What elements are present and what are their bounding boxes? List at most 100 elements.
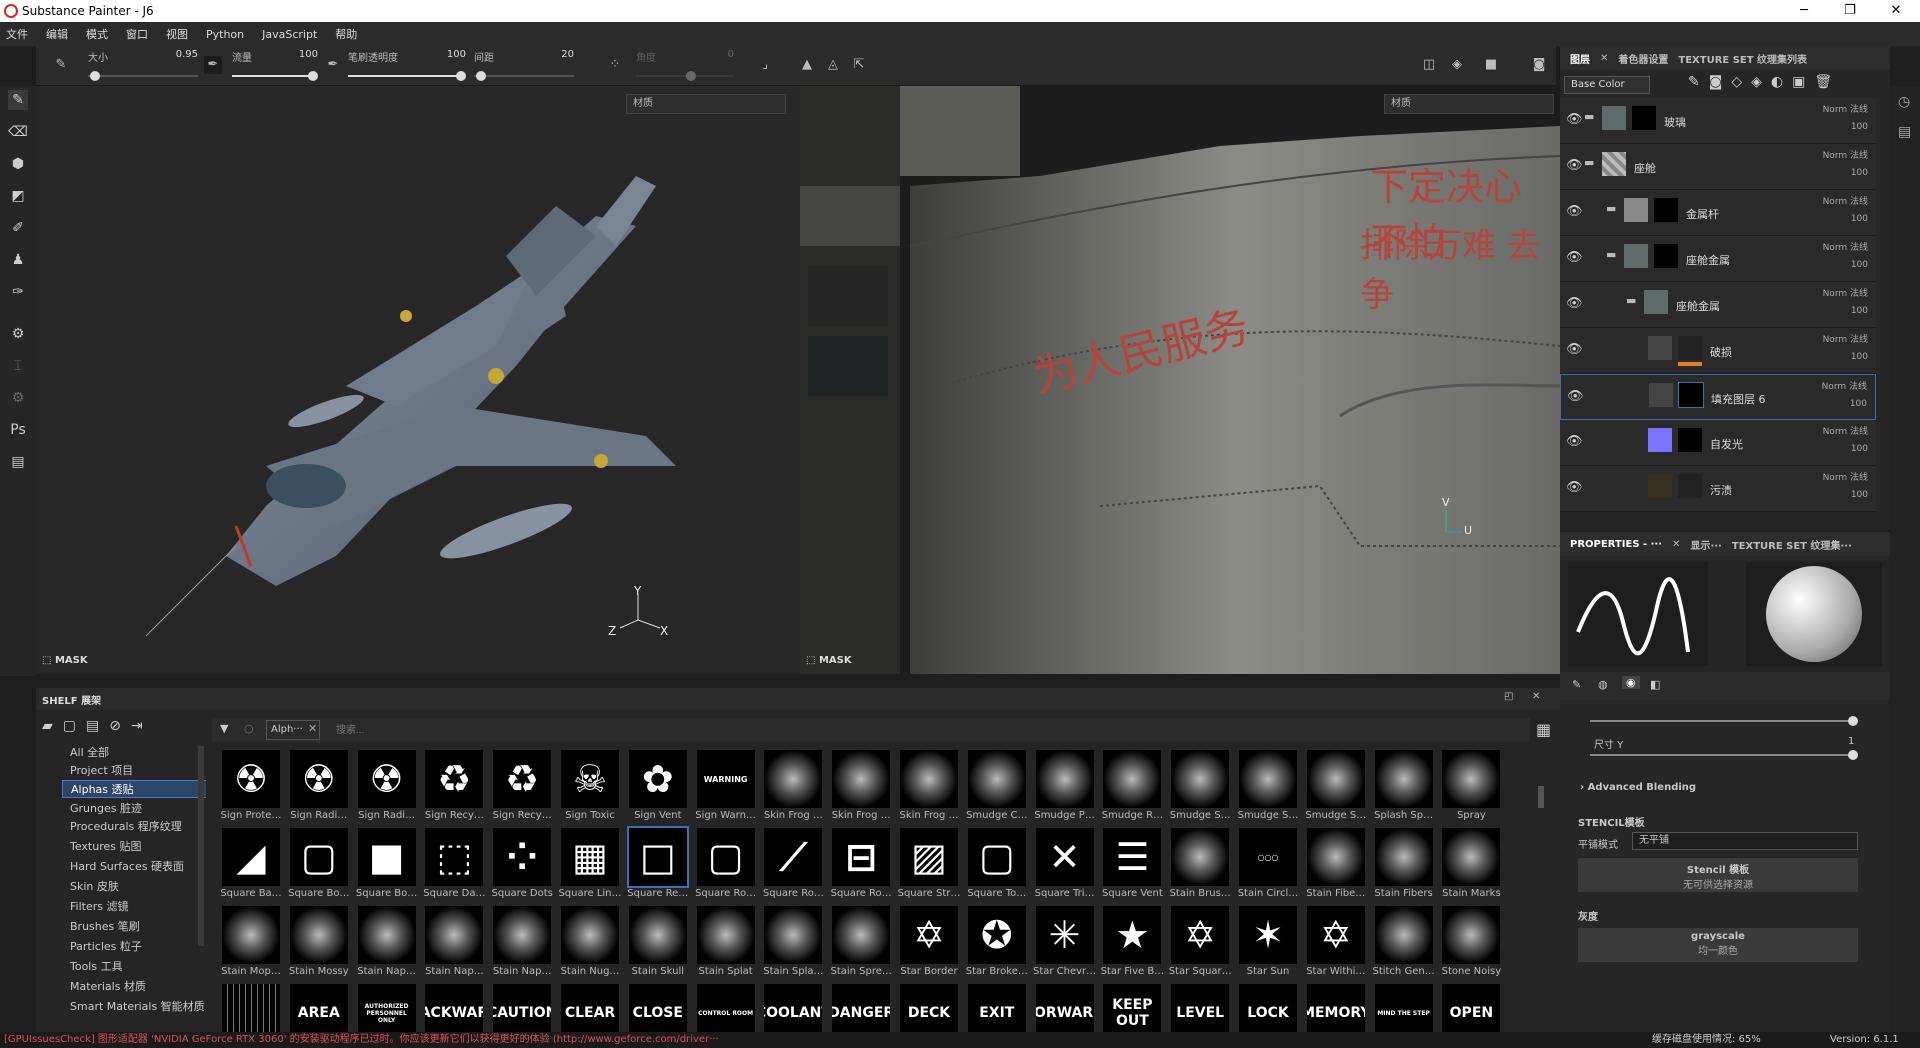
- categories-scrollbar[interactable]: [198, 746, 204, 946]
- alpha-thumbnail[interactable]: Stain Nap…: [489, 906, 553, 984]
- alpha-thumbnail[interactable]: ○○○ Stain Circl…: [1235, 828, 1299, 906]
- viewport-2d[interactable]: 下定决心 不怕 排除万难 去争 为人民服务 材质 V U ⬚ MASK: [800, 86, 1560, 674]
- menu-python[interactable]: Python: [206, 28, 244, 41]
- layer-item[interactable]: 👁 破损 Norm 法线 100: [1560, 328, 1876, 374]
- tab-close-icon[interactable]: ✕: [1600, 53, 1608, 64]
- layer-opacity[interactable]: 100: [1851, 168, 1868, 178]
- folder-icon[interactable]: ▰: [42, 718, 63, 734]
- visibility-eye-icon[interactable]: 👁: [1566, 158, 1583, 173]
- alpha-thumbnail[interactable]: ⁘ Square Dots: [489, 828, 553, 906]
- alpha-thumbnail[interactable]: EXIT: [964, 984, 1028, 1034]
- layer-blend[interactable]: Norm 法线: [1823, 102, 1868, 115]
- grayscale-button[interactable]: grayscale 均一颜色: [1578, 928, 1858, 962]
- menu-mode[interactable]: 模式: [86, 26, 108, 42]
- filter-tag-close-icon[interactable]: ✕: [308, 722, 317, 735]
- add-fill-icon[interactable]: ◇: [1731, 74, 1751, 90]
- category-item[interactable]: Procedurals 程序纹理: [62, 818, 206, 836]
- add-paint-icon[interactable]: ◈: [1751, 74, 1771, 90]
- layer-item[interactable]: 👁 污渍 Norm 法线 100: [1560, 466, 1876, 512]
- menu-window[interactable]: 窗口: [126, 26, 148, 42]
- layer-item[interactable]: 👁 ▬ 座舱 Norm 法线 100: [1560, 144, 1876, 190]
- alpha-thumbnail[interactable]: Smudge C…: [964, 750, 1028, 828]
- visibility-eye-icon[interactable]: 👁: [1566, 342, 1583, 357]
- layer-item[interactable]: 👁 ▬ 座舱金属 Norm 法线 100: [1560, 236, 1876, 282]
- alpha-thumbnail[interactable]: ▦ Square Lin…: [557, 828, 622, 906]
- alpha-thumbnail[interactable]: Stain Marks: [1438, 828, 1502, 906]
- line-stroke-icon[interactable]: ⇱: [850, 56, 868, 74]
- list-icon[interactable]: ▤: [86, 718, 109, 734]
- menu-edit[interactable]: 编辑: [46, 26, 68, 42]
- layer-blend[interactable]: Norm 法线: [1823, 286, 1868, 299]
- symmetry-toggle-icon[interactable]: ◬: [824, 56, 842, 74]
- alpha-thumbnail[interactable]: Stain Fibers: [1371, 828, 1435, 906]
- visibility-eye-icon[interactable]: 👁: [1566, 112, 1583, 127]
- alpha-thumbnail[interactable]: Smudge S…: [1303, 750, 1367, 828]
- new-icon[interactable]: ▢: [63, 718, 86, 734]
- pressure-size-icon[interactable]: ✒: [204, 56, 222, 74]
- viewport-2d-material-select[interactable]: 材质: [1384, 94, 1554, 114]
- menu-view[interactable]: 视图: [166, 26, 188, 42]
- pressure-flow-icon[interactable]: ✒: [324, 56, 342, 74]
- stroke-opacity-slider[interactable]: 笔刷透明度 100: [348, 49, 466, 83]
- alpha-thumbnail[interactable]: Skin Frog …: [896, 750, 960, 828]
- size-x-slider[interactable]: [1590, 716, 1858, 726]
- alpha-tab-icon[interactable]: ◉: [1622, 676, 1640, 689]
- alpha-thumbnail[interactable]: FORWARD: [1032, 984, 1096, 1034]
- alpha-thumbnail[interactable]: ♻ Sign Recy…: [421, 750, 485, 828]
- filter-icon[interactable]: ▼: [220, 722, 228, 735]
- alpha-thumbnail[interactable]: Stain Nap…: [421, 906, 485, 984]
- display-mode-icon[interactable]: ◈: [1448, 56, 1466, 74]
- alpha-thumbnail[interactable]: OPEN: [1438, 984, 1502, 1034]
- color-picker-icon[interactable]: ✑: [8, 282, 28, 302]
- size-y-slider[interactable]: [1590, 750, 1858, 760]
- stencil-button[interactable]: Stencil 模板 无可供选择资源: [1578, 858, 1858, 892]
- alpha-thumbnail[interactable]: ✳ Star Chevr…: [1032, 906, 1096, 984]
- alpha-thumbnail[interactable]: Stone Noisy: [1438, 906, 1502, 984]
- maximize-button[interactable]: ❐: [1830, 2, 1870, 20]
- spacing-slider[interactable]: 间距 20: [474, 49, 574, 83]
- layer-blend[interactable]: Norm 法线: [1823, 470, 1868, 483]
- projection-icon[interactable]: ⬢: [8, 154, 28, 174]
- log-icon[interactable]: ▤: [1898, 124, 1911, 140]
- viewport-3d[interactable]: 材质 Y X Z ⬚ MASK: [36, 86, 800, 674]
- category-item[interactable]: Tools 工具: [62, 958, 206, 976]
- alpha-thumbnail[interactable]: ✡ Star Withi…: [1303, 906, 1367, 984]
- import-icon[interactable]: ⇥: [131, 718, 153, 734]
- minimize-button[interactable]: ─: [1784, 2, 1824, 20]
- tab-close-icon[interactable]: ✕: [1672, 539, 1680, 550]
- alpha-thumbnail[interactable]: Stain Mop…: [218, 906, 282, 984]
- tab-layers[interactable]: 图层: [1570, 51, 1590, 66]
- symmetry-mirror-icon[interactable]: ▲: [798, 56, 816, 74]
- add-effect-icon[interactable]: ✎: [1688, 74, 1709, 90]
- alpha-thumbnail[interactable]: CLOSE: [625, 984, 689, 1034]
- alpha-thumbnail[interactable]: Smudge P…: [1032, 750, 1096, 828]
- tile-mode-select[interactable]: 无平铺: [1632, 832, 1858, 850]
- menu-file[interactable]: 文件: [6, 26, 28, 42]
- category-item[interactable]: Project 项目: [62, 762, 206, 780]
- alpha-thumbnail[interactable]: ▨ Square Str…: [896, 828, 960, 906]
- visibility-eye-icon[interactable]: 👁: [1566, 480, 1583, 495]
- alpha-thumbnail[interactable]: Stain Spre…: [828, 906, 892, 984]
- visibility-eye-icon[interactable]: 👁: [1566, 296, 1583, 311]
- alpha-thumbnail[interactable]: DANGER: [828, 984, 892, 1034]
- advanced-blending-toggle[interactable]: › Advanced Blending: [1580, 782, 1696, 793]
- shelf-undock-icon[interactable]: ◰: [1504, 691, 1513, 702]
- circle-filter-icon[interactable]: ○: [244, 722, 254, 735]
- visibility-eye-icon[interactable]: 👁: [1566, 250, 1583, 265]
- alpha-thumbnail[interactable]: ♻ Sign Recy…: [489, 750, 553, 828]
- alpha-thumbnail[interactable]: Skin Frog …: [760, 750, 824, 828]
- alpha-thumbnail[interactable]: ◢ Square Ba…: [218, 828, 282, 906]
- visibility-eye-icon[interactable]: 👁: [1566, 204, 1583, 219]
- split-view-icon[interactable]: ◫: [1420, 56, 1438, 74]
- alpha-thumbnail[interactable]: LEVEL: [1167, 984, 1231, 1034]
- alpha-thumbnail[interactable]: LOCK: [1235, 984, 1299, 1034]
- alpha-thumbnail[interactable]: Smudge S…: [1167, 750, 1231, 828]
- layer-opacity[interactable]: 100: [1851, 214, 1868, 224]
- alpha-thumbnail[interactable]: ☢ Sign Radi…: [354, 750, 418, 828]
- tab-properties[interactable]: PROPERTIES - ···: [1570, 539, 1662, 550]
- alpha-thumbnail[interactable]: Stain Skull: [625, 906, 689, 984]
- layer-item-selected[interactable]: 👁 填充图层 6 Norm 法线 100: [1560, 374, 1876, 420]
- layer-item[interactable]: 👁 ▬ 座舱金属 Norm 法线 100: [1560, 282, 1876, 328]
- shelf-grid-scrollbar[interactable]: [1538, 786, 1544, 808]
- layer-blend[interactable]: Norm 法线: [1823, 148, 1868, 161]
